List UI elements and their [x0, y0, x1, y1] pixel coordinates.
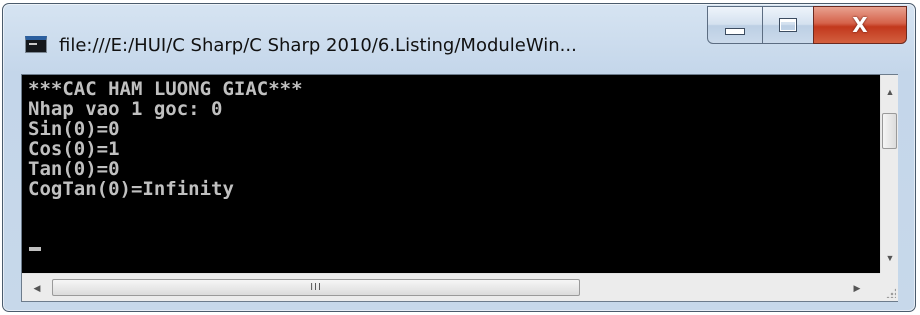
minimize-icon	[725, 27, 745, 35]
console-line: Sin(0)=0	[28, 118, 120, 140]
horizontal-scroll-thumb[interactable]: III	[52, 279, 580, 296]
maximize-button[interactable]	[762, 6, 814, 44]
close-button[interactable]: X	[813, 6, 907, 44]
vertical-scroll-thumb[interactable]	[882, 113, 897, 149]
maximize-icon	[779, 18, 797, 32]
scroll-right-arrow-icon[interactable]: ▶	[848, 279, 866, 297]
console-line: Tan(0)=0	[28, 158, 120, 180]
console-line: Cos(0)=1	[28, 138, 120, 160]
vertical-scrollbar[interactable]: ▲ ▼	[880, 75, 898, 273]
console-line: CogTan(0)=Infinity	[28, 178, 234, 200]
scroll-up-arrow-icon[interactable]: ▲	[881, 83, 899, 101]
close-icon: X	[852, 13, 868, 37]
scroll-down-arrow-icon[interactable]: ▼	[881, 249, 899, 267]
minimize-button[interactable]	[707, 6, 763, 44]
console-line: ***CAC HAM LUONG GIAC***	[28, 78, 303, 100]
window-title: file:///E:/HUI/C Sharp/C Sharp 2010/6.Li…	[59, 35, 577, 56]
console-window: file:///E:/HUI/C Sharp/C Sharp 2010/6.Li…	[2, 3, 916, 312]
horizontal-scrollbar[interactable]: ◀ III ▶	[22, 273, 880, 301]
text-cursor	[29, 247, 41, 251]
console-app-icon[interactable]	[25, 36, 47, 53]
thumb-grip-icon: III	[310, 282, 322, 293]
console-client-area: ***CAC HAM LUONG GIAC*** Nhap vao 1 goc:…	[21, 74, 898, 302]
console-output[interactable]: ***CAC HAM LUONG GIAC*** Nhap vao 1 goc:…	[22, 75, 880, 273]
scroll-left-arrow-icon[interactable]: ◀	[28, 279, 46, 297]
console-line: Nhap vao 1 goc: 0	[28, 98, 223, 120]
caption-buttons: X	[707, 6, 909, 46]
resize-grip-icon[interactable]	[880, 273, 898, 301]
